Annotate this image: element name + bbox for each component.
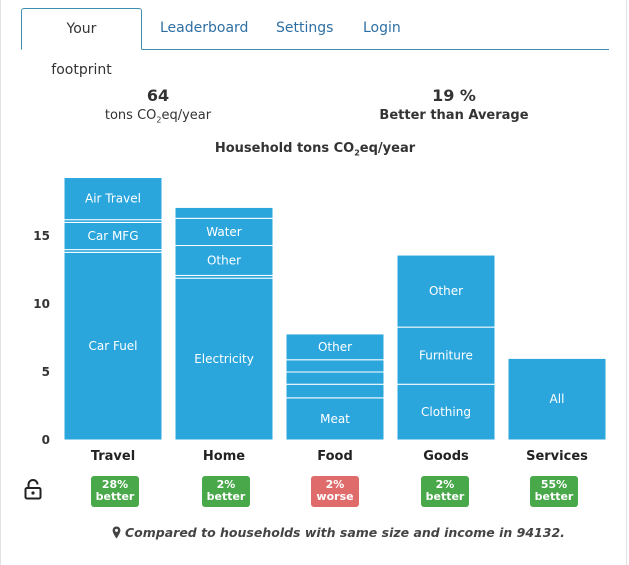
footnote: Compared to households with same size an… [112, 525, 565, 540]
tab-settings[interactable]: Settings [276, 8, 333, 49]
category-label-services: Services [526, 449, 588, 464]
segment-label: Furniture [419, 349, 473, 363]
category-label-travel: Travel [91, 449, 135, 464]
comparison-label: Better than Average [379, 108, 529, 123]
tab-your-footprint[interactable]: Your footprint [21, 8, 142, 78]
footnote-text: Compared to households with same size an… [125, 525, 565, 540]
category-label-goods: Goods [423, 449, 469, 464]
tab-login[interactable]: Login [363, 8, 401, 49]
chart-title: Household tons CO2eq/year [214, 141, 416, 158]
segment-label: Other [318, 340, 352, 354]
badge-home: 2% better [202, 476, 250, 507]
map-pin-icon [112, 526, 121, 539]
bar-segment-home[interactable] [174, 206, 274, 219]
segment-label: Other [429, 284, 463, 298]
segment-label: Air Travel [85, 192, 141, 206]
badge-travel: 28% better [91, 476, 139, 507]
segment-label: Clothing [421, 405, 471, 419]
segment-label: Car MFG [87, 229, 138, 243]
badge-services: 55% better [530, 476, 578, 507]
total-footprint-value: 64 [146, 86, 170, 105]
y-tick-label: 15 [33, 229, 50, 243]
comparison-value: 19 % [432, 86, 476, 105]
segment-label: Electricity [194, 352, 254, 366]
segment-label: All [550, 392, 565, 406]
tab-bar: Your footprint Leaderboard Settings Logi… [21, 8, 609, 78]
category-label-food: Food [317, 449, 353, 464]
total-footprint-unit: tons CO2eq/year [104, 108, 212, 125]
segment-label: Meat [320, 412, 350, 426]
segment-label: Other [207, 253, 241, 267]
lock-icon[interactable] [24, 478, 42, 500]
badge-goods: 2% better [421, 476, 469, 507]
bar-segment-food[interactable] [285, 371, 385, 385]
bar-segment-food[interactable] [285, 383, 385, 399]
category-label-home: Home [203, 449, 245, 464]
y-tick-label: 0 [42, 433, 50, 447]
segment-label: Car Fuel [88, 339, 137, 353]
tab-leaderboard[interactable]: Leaderboard [160, 8, 248, 49]
footprint-chart: 0 5 10 15 Car Fuel Car MFG Air Travel Travel Ele… [33, 177, 607, 464]
y-tick-label: 5 [42, 365, 50, 379]
bar-segment-food[interactable] [285, 359, 385, 373]
segment-label: Water [206, 225, 242, 239]
badge-food: 2% worse [311, 476, 359, 507]
y-tick-label: 10 [33, 297, 50, 311]
